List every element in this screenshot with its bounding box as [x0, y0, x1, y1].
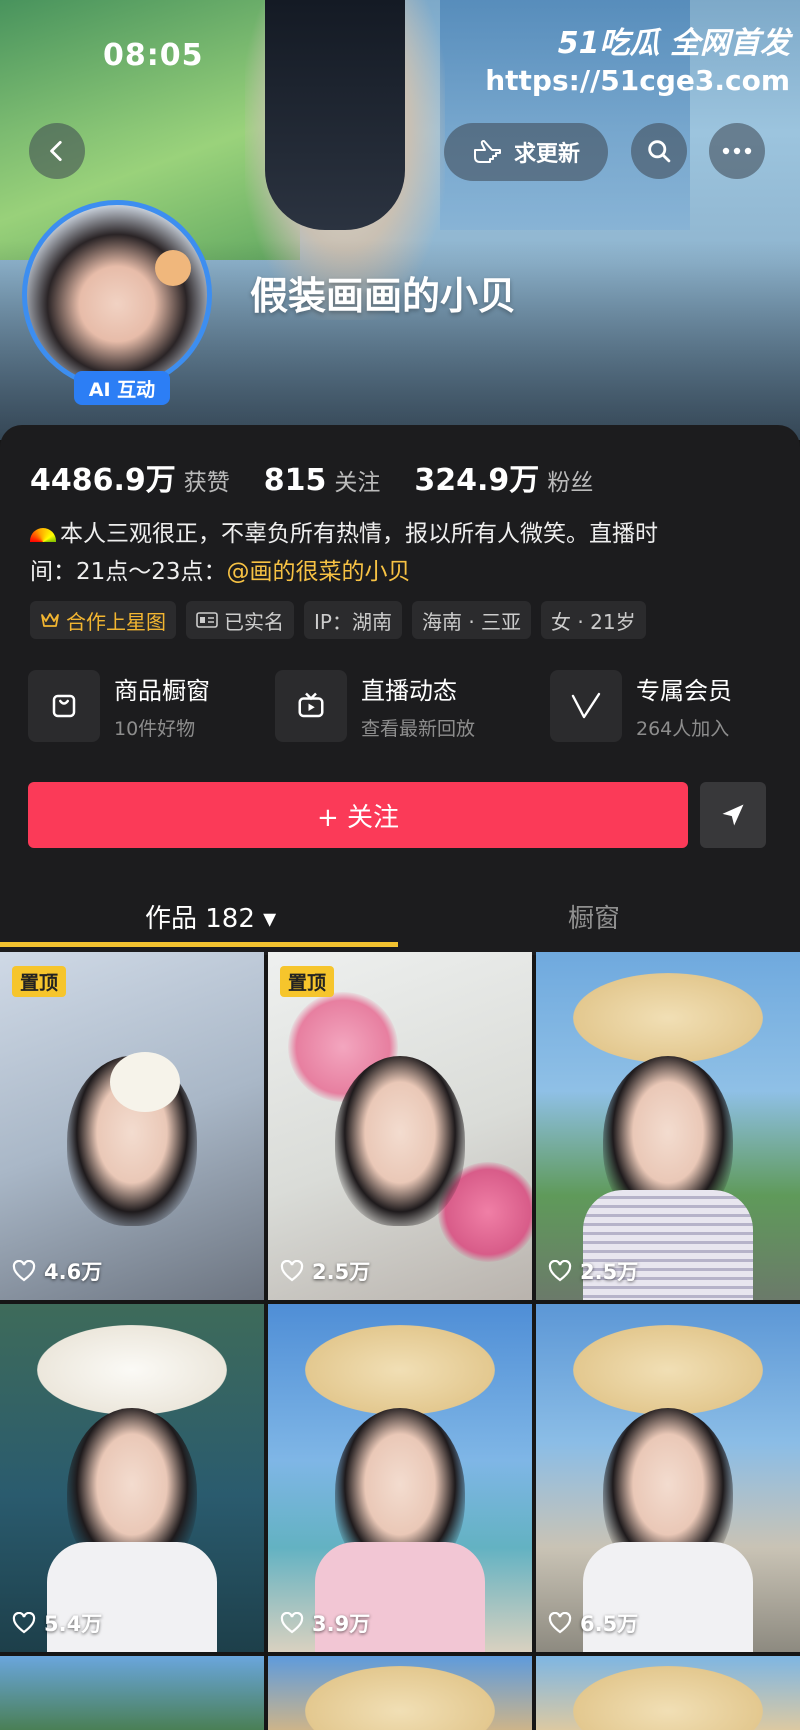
followers-label: 粉丝	[547, 470, 594, 496]
search-icon	[648, 140, 671, 163]
more-dots-icon	[722, 147, 752, 155]
video-thumbnail[interactable]	[0, 1656, 264, 1730]
heart-icon	[12, 1612, 36, 1634]
video-thumbnail[interactable]: 2.5万	[536, 952, 800, 1300]
service-title: 直播动态	[361, 677, 457, 705]
content-tabs: 作品 182 ▾ 橱窗	[0, 880, 800, 950]
video-likes: 4.6万	[12, 1256, 102, 1286]
video-thumbnail[interactable]: 3.9万	[268, 1304, 532, 1652]
bio-line-2: 间：21点～23点：	[30, 559, 227, 585]
active-tab-indicator	[0, 942, 398, 947]
status-time: 08:05	[103, 38, 204, 73]
request-update-button[interactable]: 求更新	[444, 123, 608, 181]
tag-star-map[interactable]: 合作上星图	[30, 601, 176, 639]
likes-count: 3.9万	[312, 1612, 371, 1636]
vip-v-icon	[571, 692, 601, 719]
heart-icon	[548, 1260, 572, 1282]
tag-ip: IP：湖南	[304, 601, 402, 639]
heart-icon	[280, 1260, 304, 1282]
tag-gender-age: 女 · 21岁	[541, 601, 646, 639]
tab-showcase[interactable]: 橱窗	[568, 898, 620, 935]
chevron-left-icon	[50, 140, 62, 162]
service-membership[interactable]: 专属会员 264人加入	[550, 670, 732, 742]
id-card-icon	[196, 612, 218, 628]
flower-decoration	[110, 1052, 180, 1112]
video-thumbnail[interactable]	[268, 1656, 532, 1730]
ai-interaction-badge[interactable]: AI 互动	[74, 371, 170, 405]
tag-label: 海南 · 三亚	[421, 609, 522, 634]
tag-label: 合作上星图	[66, 609, 166, 634]
send-arrow-icon	[722, 804, 744, 826]
profile-tags: 合作上星图 已实名 IP：湖南 海南 · 三亚 女 · 21岁	[30, 601, 646, 639]
following-count[interactable]: 815	[264, 463, 327, 498]
watermark-url: https://51cge3.com	[485, 64, 790, 97]
video-thumbnail[interactable]: 6.5万	[536, 1304, 800, 1652]
rainbow-emoji-icon	[30, 527, 56, 542]
video-likes: 2.5万	[280, 1256, 370, 1286]
shopping-bag-icon	[52, 694, 76, 718]
video-likes: 6.5万	[548, 1608, 638, 1638]
video-likes: 5.4万	[12, 1608, 102, 1638]
service-title: 商品橱窗	[114, 677, 210, 705]
tag-verified: 已实名	[186, 601, 294, 639]
service-showcase[interactable]: 商品橱窗 10件好物	[28, 670, 210, 742]
flower-decoration	[155, 250, 191, 286]
likes-count: 4.6万	[44, 1260, 103, 1284]
search-button[interactable]	[631, 123, 687, 179]
following-label: 关注	[334, 470, 381, 496]
more-button[interactable]	[709, 123, 765, 179]
hand-point-icon	[473, 140, 501, 163]
service-live[interactable]: 直播动态 查看最新回放	[275, 670, 475, 742]
profile-bio: 本人三观很正，不辜负所有热情，报以所有人微笑。直播时 间：21点～23点：@画的…	[30, 515, 750, 591]
services-row: 商品橱窗 10件好物 直播动态 查看最新回放 专属会员 264人加入	[28, 670, 788, 750]
video-likes: 3.9万	[280, 1608, 370, 1638]
tag-label: 女 · 21岁	[551, 609, 636, 634]
likes-label: 获赞	[183, 470, 230, 496]
request-update-label: 求更新	[513, 142, 580, 167]
profile-name: 假装画画的小贝	[250, 274, 517, 318]
heart-icon	[280, 1612, 304, 1634]
service-title: 专属会员	[636, 677, 732, 705]
service-subtitle: 10件好物	[114, 718, 196, 740]
service-subtitle: 查看最新回放	[361, 718, 476, 740]
video-thumbnail[interactable]: 5.4万	[0, 1304, 264, 1652]
likes-count: 6.5万	[580, 1612, 639, 1636]
pinned-badge: 置顶	[12, 966, 67, 997]
tag-label: IP：湖南	[314, 609, 392, 634]
likes-count: 2.5万	[580, 1260, 639, 1284]
heart-icon	[548, 1612, 572, 1634]
heart-icon	[12, 1260, 36, 1282]
pinned-badge: 置顶	[280, 966, 335, 997]
tab-works[interactable]: 作品 182 ▾	[145, 898, 276, 935]
watermark-brand: 51吃瓜 全网首发	[557, 26, 790, 61]
likes-count: 5.4万	[44, 1612, 103, 1636]
crown-icon	[41, 613, 59, 627]
tv-play-icon	[298, 692, 324, 718]
tag-label: 已实名	[224, 609, 284, 634]
bio-mention-link[interactable]: @画的很菜的小贝	[227, 559, 411, 585]
followers-count[interactable]: 324.9万	[414, 455, 539, 499]
video-thumbnail[interactable]	[536, 1656, 800, 1730]
share-button[interactable]	[700, 782, 766, 848]
service-subtitle: 264人加入	[636, 718, 730, 740]
likes-count: 2.5万	[312, 1260, 371, 1284]
follow-button[interactable]: + 关注	[28, 782, 688, 848]
video-thumbnail[interactable]: 置顶 4.6万	[0, 952, 264, 1300]
likes-count[interactable]: 4486.9万	[30, 455, 176, 499]
video-likes: 2.5万	[548, 1256, 638, 1286]
tag-location: 海南 · 三亚	[411, 601, 532, 639]
avatar[interactable]	[22, 200, 212, 390]
back-button[interactable]	[29, 123, 85, 179]
video-thumbnail[interactable]: 置顶 2.5万	[268, 952, 532, 1300]
bio-line-1: 本人三观很正，不辜负所有热情，报以所有人微笑。直播时	[60, 521, 658, 547]
watermark: 51吃瓜 全网首发 https://51cge3.com	[485, 18, 790, 97]
profile-stats: 4486.9万 获赞 815 关注 324.9万 粉丝	[30, 455, 627, 499]
